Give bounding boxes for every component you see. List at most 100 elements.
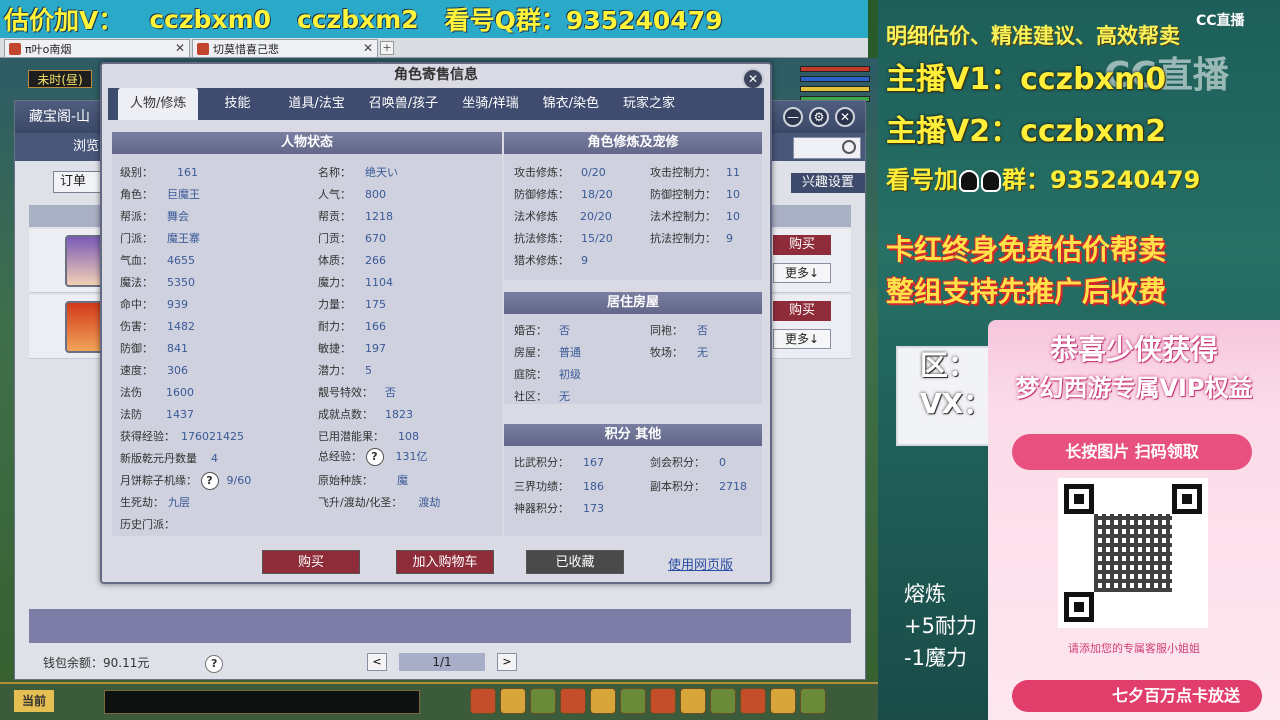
pagination: < 1/1 >	[367, 653, 517, 671]
tab-pets[interactable]: 召唤兽/孩子	[357, 88, 450, 120]
cc-live-logo: CC直播	[1196, 13, 1245, 29]
stat-row: 攻击修炼： 0/20	[514, 164, 606, 180]
tab-skills[interactable]: 技能	[212, 88, 262, 120]
promo-slogan-2: 整组支持先推广后收费	[886, 275, 1167, 308]
stat-row: 剑会积分： 0	[650, 454, 726, 470]
qr-code[interactable]	[1058, 478, 1208, 628]
stat-value: 108	[398, 430, 419, 443]
stat-value: 306	[167, 364, 188, 377]
channel-current-button[interactable]: 当前	[14, 690, 54, 712]
stat-value: 9	[726, 232, 733, 245]
item-icon[interactable]	[620, 688, 646, 714]
stat-label: 命中：	[120, 298, 153, 311]
stat-row: 魔力： 1104	[318, 274, 393, 290]
close-icon[interactable]: ✕	[835, 107, 855, 127]
help-icon[interactable]: ?	[365, 448, 384, 466]
stat-label: 攻击控制力：	[650, 166, 716, 179]
game-tab[interactable]: 切莫惜喜己悲 ✕	[192, 39, 378, 57]
promo-line: 明细估价、精准建议、高效帮卖	[886, 24, 1180, 48]
stat-value: 161	[177, 166, 198, 179]
item-icon[interactable]	[470, 688, 496, 714]
stat-row: 级别： 161	[120, 164, 198, 180]
help-icon[interactable]: ?	[205, 655, 224, 673]
item-icon[interactable]	[680, 688, 706, 714]
stat-row: 生死劫： 九层	[120, 494, 190, 510]
close-icon[interactable]: ✕	[363, 41, 373, 55]
stat-value: 175	[365, 298, 386, 311]
next-page-button[interactable]: >	[497, 653, 517, 671]
item-preview-card: 区： VX：	[896, 346, 992, 446]
close-icon[interactable]: ✕	[742, 68, 764, 90]
panel-title: 角色修炼及宠修	[504, 132, 762, 154]
item-icon[interactable]	[590, 688, 616, 714]
stat-row: 月饼粽子机缘： ? 9/60	[120, 472, 251, 490]
buy-button[interactable]: 购买	[773, 235, 831, 255]
game-tab[interactable]: π叶o南烟 ✕	[4, 39, 190, 57]
game-bottom-bar: 当前	[0, 682, 878, 720]
more-button[interactable]: 更多↓	[773, 329, 831, 349]
stat-value: 魔王寨	[167, 232, 200, 245]
item-icon[interactable]	[770, 688, 796, 714]
minimize-icon[interactable]: —	[783, 107, 803, 127]
tab-mounts[interactable]: 坐骑/祥瑞	[450, 88, 530, 120]
settings-icon[interactable]: ⚙	[809, 107, 829, 127]
stat-row: 同袍： 否	[650, 322, 708, 338]
stat-label: 法术修炼	[514, 210, 558, 223]
help-icon[interactable]: ?	[200, 472, 219, 490]
stat-label: 级别：	[120, 166, 153, 179]
search-input[interactable]	[793, 137, 861, 159]
buy-button[interactable]: 购买	[773, 301, 831, 321]
stat-row: 社区： 无	[514, 388, 570, 404]
quick-icons	[470, 688, 826, 714]
qq-icon	[981, 170, 1001, 192]
stat-row: 角色： 巨魔王	[120, 186, 200, 202]
item-icon[interactable]	[530, 688, 556, 714]
stat-label: 角色：	[120, 188, 153, 201]
stat-label: 帮派：	[120, 210, 153, 223]
stat-row: 潜力： 5	[318, 362, 372, 378]
stat-label: 房屋：	[514, 346, 547, 359]
collected-button[interactable]: 已收藏	[526, 550, 624, 574]
more-button[interactable]: 更多↓	[773, 263, 831, 283]
page-indicator: 1/1	[399, 653, 485, 671]
item-icon[interactable]	[650, 688, 676, 714]
stat-row: 获得经验： 176021425	[120, 428, 244, 444]
window-controls: — ⚙ ✕	[783, 107, 855, 127]
stat-value: 9/60	[226, 474, 252, 487]
item-icon[interactable]	[710, 688, 736, 714]
chat-input[interactable]	[104, 690, 420, 714]
role-sale-dialog: 角色寄售信息 ✕ 人物/修炼 技能 道具/法宝 召唤兽/孩子 坐骑/祥瑞 锦衣/…	[100, 62, 772, 584]
tab-outfits[interactable]: 锦衣/染色	[531, 88, 611, 120]
qr-finder	[1064, 484, 1094, 514]
game-tab-label: 切莫惜喜己悲	[213, 42, 279, 56]
stat-row: 名称： 绝天い	[318, 164, 398, 180]
panel-title: 居住房屋	[504, 292, 762, 314]
stat-label: 防御：	[120, 342, 153, 355]
game-tab-strip: π叶o南烟 ✕ 切莫惜喜己悲 ✕ +	[0, 38, 868, 58]
tab-items[interactable]: 道具/法宝	[276, 88, 356, 120]
close-icon[interactable]: ✕	[175, 41, 185, 55]
buy-button[interactable]: 购买	[262, 550, 360, 574]
stat-label: 飞升/渡劫/化圣：	[318, 496, 403, 509]
add-to-cart-button[interactable]: 加入购物车	[396, 550, 494, 574]
tab-character[interactable]: 人物/修炼	[118, 88, 199, 120]
item-icon[interactable]	[740, 688, 766, 714]
anger-bar	[800, 86, 870, 92]
stat-row: 体质： 266	[318, 252, 386, 268]
prev-page-button[interactable]: <	[367, 653, 387, 671]
stat-row: 新版乾元丹数量 4	[120, 450, 218, 466]
add-tab-button[interactable]: +	[380, 41, 394, 55]
stat-title: 熔炼	[904, 582, 946, 606]
item-icon[interactable]	[560, 688, 586, 714]
tab-home[interactable]: 玩家之家	[611, 88, 687, 120]
interest-settings-button[interactable]: 兴趣设置	[791, 173, 865, 193]
stat-label: 法防	[120, 408, 142, 421]
stat-row: 历史门派：	[120, 516, 175, 532]
stat-label: 获得经验：	[120, 430, 175, 443]
use-web-version-link[interactable]: 使用网页版	[668, 554, 733, 573]
item-icon[interactable]	[500, 688, 526, 714]
region-label: 区：	[920, 349, 977, 382]
stat-label: 社区：	[514, 390, 547, 403]
item-icon[interactable]	[800, 688, 826, 714]
stat-value: 11	[726, 166, 740, 179]
